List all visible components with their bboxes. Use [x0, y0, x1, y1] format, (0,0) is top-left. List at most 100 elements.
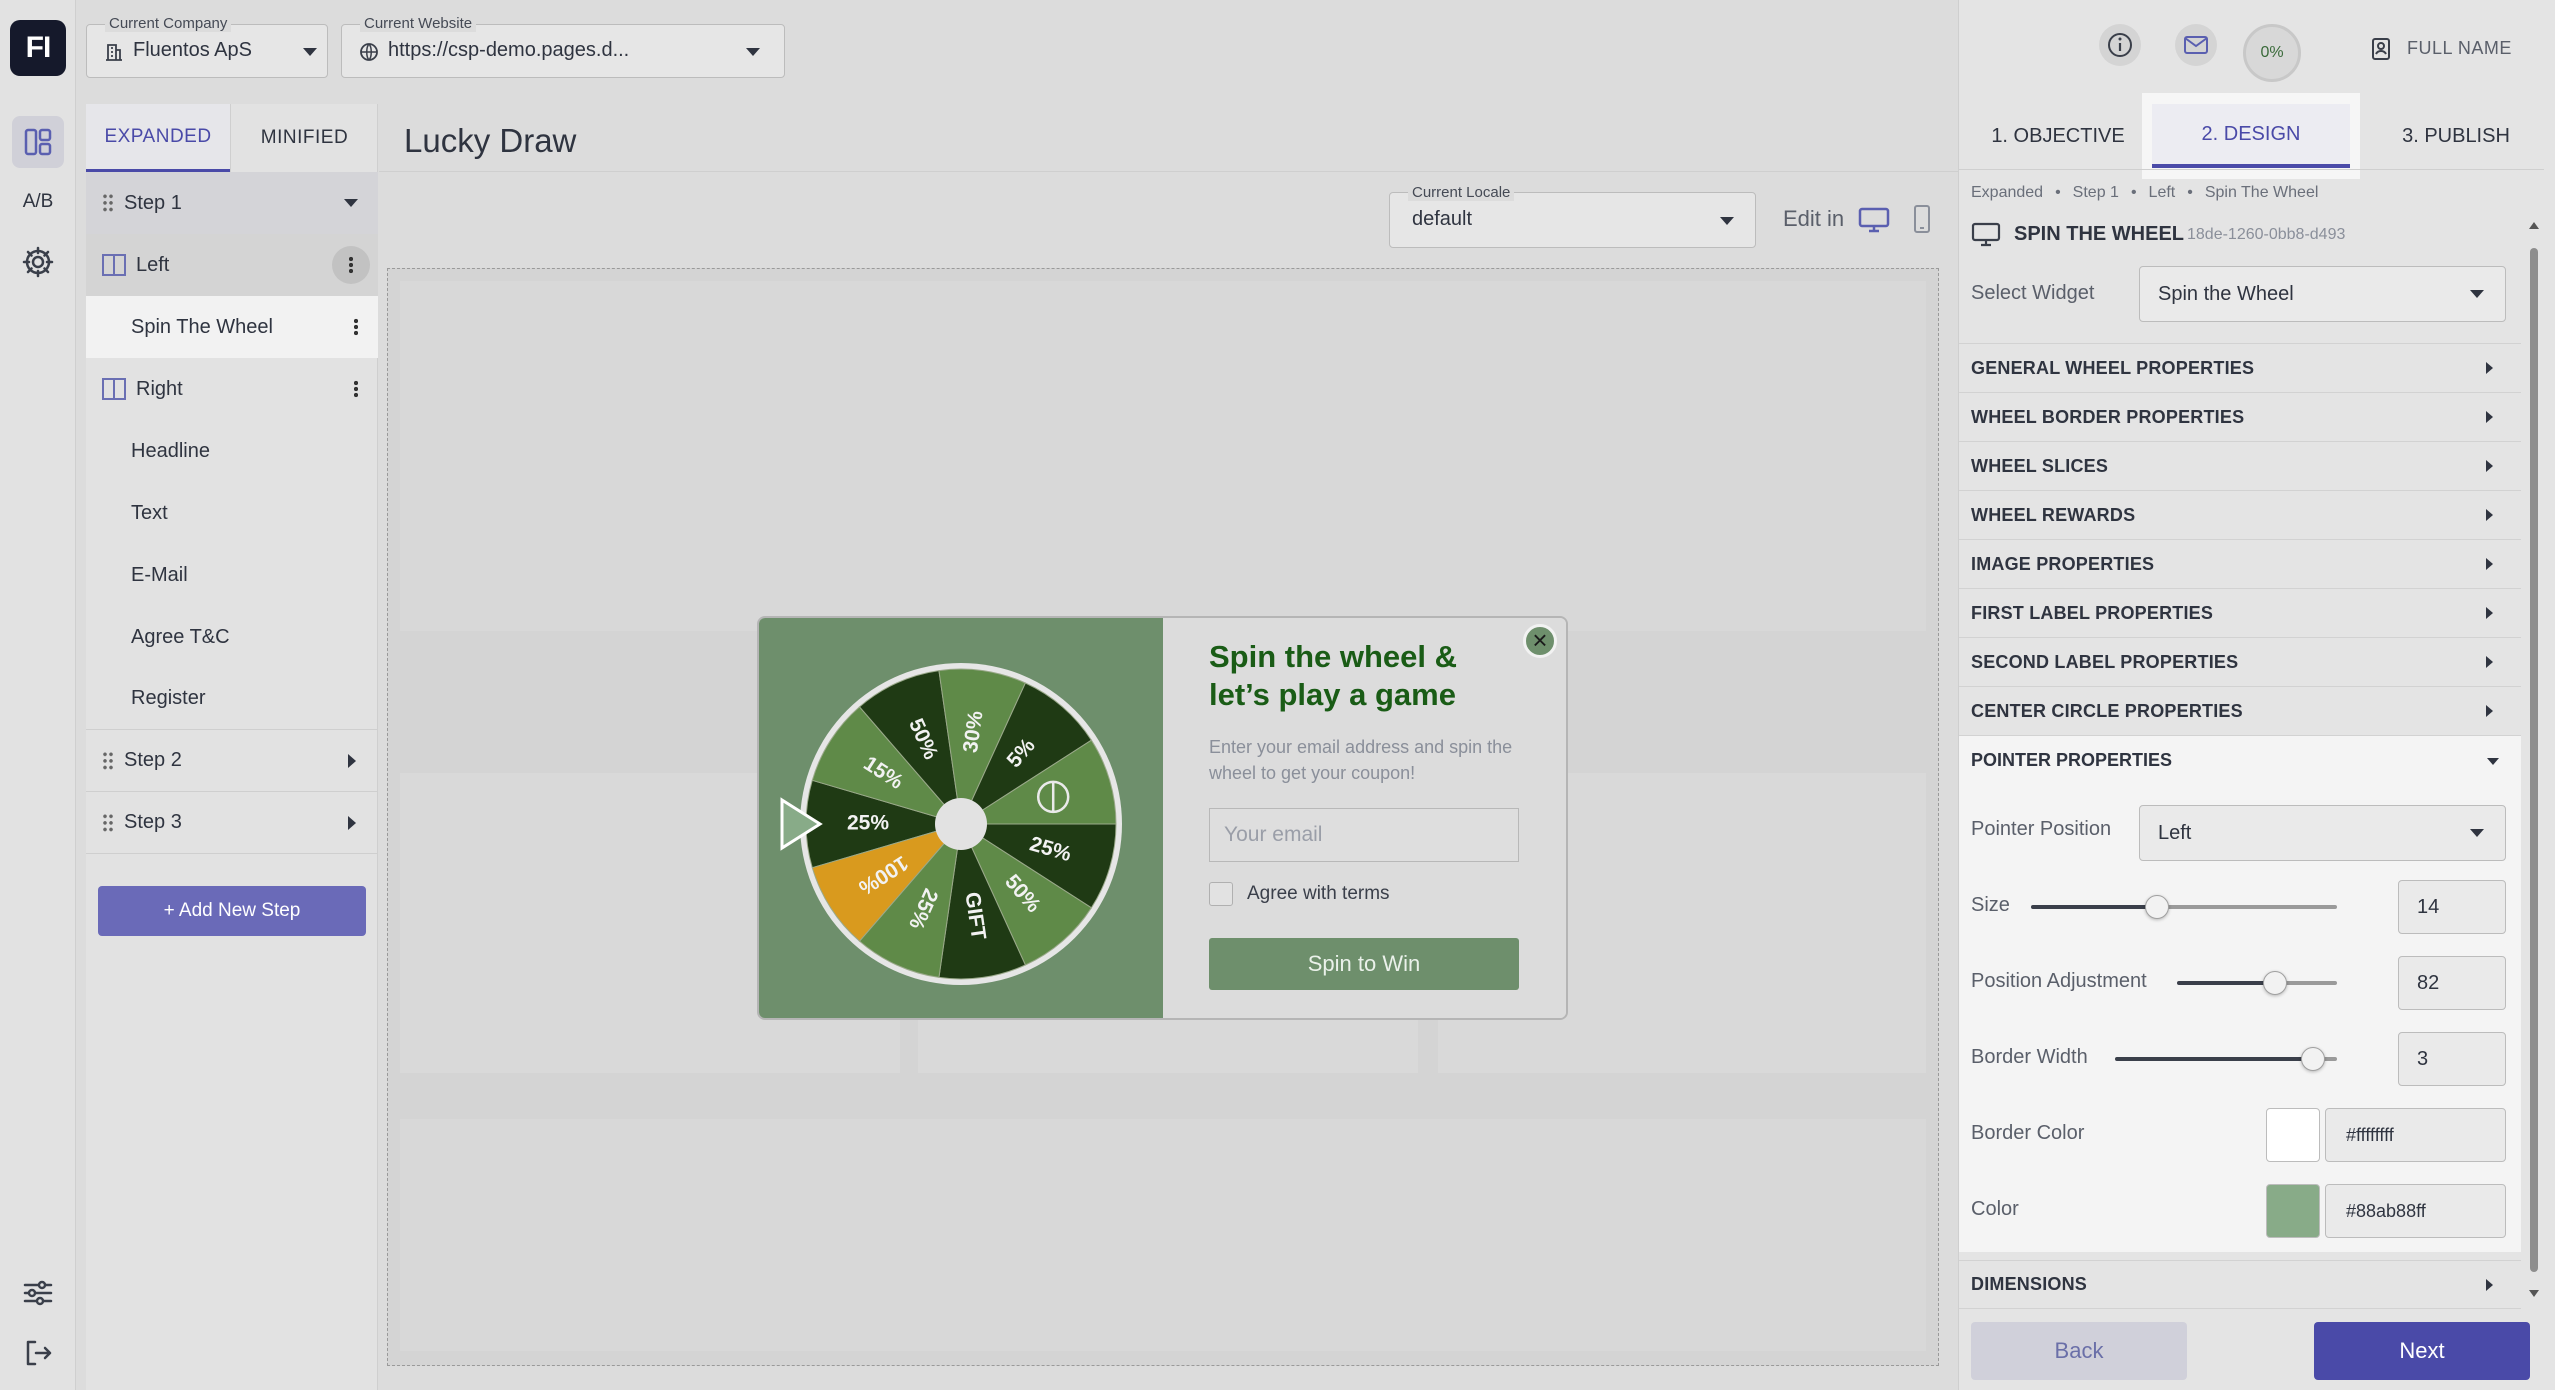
spin-wheel[interactable]: 25%15%50% 30% 5%25%50%GIFT25%100% [759, 618, 1163, 1020]
section-wheel-rewards[interactable]: WHEEL REWARDS [1959, 491, 2521, 540]
border-color-input[interactable]: #ffffffff [2325, 1108, 2506, 1162]
settings-icon[interactable] [12, 236, 64, 288]
close-button[interactable]: × [1523, 624, 1557, 658]
section-image[interactable]: IMAGE PROPERTIES [1959, 540, 2521, 589]
website-select-value: https://csp-demo.pages.d... [388, 39, 630, 61]
popup-email-input[interactable]: Your email [1209, 808, 1519, 862]
section-wheel-border[interactable]: WHEEL BORDER PROPERTIES [1959, 393, 2521, 442]
company-select[interactable]: Current Company Fluentos ApS [86, 15, 328, 78]
color-swatch[interactable] [2266, 1184, 2320, 1238]
tab-objective[interactable]: 1. OBJECTIVE [1959, 104, 2157, 168]
pointer-position-label: Pointer Position [1971, 818, 2112, 840]
tree-item-left-label: Left [136, 253, 170, 276]
dashboard-icon[interactable] [12, 116, 64, 168]
tree-item-label: Register [131, 687, 206, 709]
more-options-button[interactable] [332, 246, 370, 284]
breadcrumb-item[interactable]: Spin The Wheel [2205, 184, 2319, 201]
bw-slider-handle[interactable] [2301, 1047, 2325, 1071]
pointer-properties-title: POINTER PROPERTIES [1971, 750, 2173, 770]
tree-item-register[interactable]: Register [86, 668, 378, 730]
scroll-down-icon[interactable] [2529, 1290, 2539, 1297]
tab-design[interactable]: 2. DESIGN [2152, 104, 2350, 168]
more-options-icon[interactable] [354, 318, 358, 336]
breadcrumb-item[interactable]: Expanded [1971, 184, 2043, 201]
pointer-position-select[interactable]: Left [2139, 805, 2506, 861]
border-color-swatch[interactable] [2266, 1108, 2320, 1162]
size-slider-handle[interactable] [2145, 895, 2169, 919]
expand-icon[interactable] [348, 816, 356, 830]
structure-panel: EXPANDED MINIFIED Step 1 Left Spin The W… [86, 104, 378, 1390]
section-dimensions[interactable]: DIMENSIONS [1959, 1260, 2521, 1309]
drag-handle-icon[interactable] [102, 812, 114, 833]
section-second-label[interactable]: SECOND LABEL PROPERTIES [1959, 638, 2521, 687]
expand-icon[interactable] [348, 754, 356, 768]
back-button[interactable]: Back [1971, 1322, 2187, 1380]
tab-expanded[interactable]: EXPANDED [86, 104, 230, 172]
section-general-wheel[interactable]: GENERAL WHEEL PROPERTIES [1959, 344, 2521, 393]
user-name[interactable]: FULL NAME [2407, 38, 2512, 59]
scrollbar[interactable] [2527, 222, 2541, 1300]
select-widget-label: Select Widget [1971, 282, 2095, 304]
color-input[interactable]: #88ab88ff [2325, 1184, 2506, 1238]
spin-to-win-button[interactable]: Spin to Win [1209, 938, 1519, 990]
drag-handle-icon[interactable] [102, 750, 114, 771]
breadcrumb: Expanded • Step 1 • Left • Spin The Wheel [1971, 184, 2318, 202]
locale-select[interactable]: Current Locale default [1389, 184, 1756, 248]
size-input[interactable]: 14 [2398, 880, 2506, 934]
scrollbar-thumb[interactable] [2530, 248, 2538, 1272]
completion-progress: 0% [2243, 24, 2301, 82]
tree-step-1[interactable]: Step 1 [86, 172, 378, 234]
expand-icon [2486, 705, 2493, 717]
tree-item-right-label: Right [136, 377, 183, 400]
website-select[interactable]: Current Website https://csp-demo.pages.d… [341, 15, 785, 78]
select-widget-dropdown[interactable]: Spin the Wheel [2139, 266, 2506, 322]
ab-test-button[interactable]: A/B [12, 176, 64, 228]
section-label: WHEEL REWARDS [1971, 504, 2136, 525]
tree-item-headline[interactable]: Headline [86, 420, 378, 482]
sliders-icon[interactable] [12, 1267, 64, 1319]
drag-handle-icon[interactable] [102, 193, 114, 213]
tree-item-email[interactable]: E-Mail [86, 544, 378, 606]
tree-step-3[interactable]: Step 3 [86, 792, 378, 854]
edit-in-label: Edit in [1783, 206, 1845, 231]
section-center-circle[interactable]: CENTER CIRCLE PROPERTIES [1959, 687, 2521, 736]
form-area: Spin the wheel & let’s play a game Enter… [1163, 618, 1566, 1018]
border-color-label: Border Color [1971, 1122, 2085, 1144]
wheel-slice-label: 25% [847, 812, 889, 835]
tab-minified[interactable]: MINIFIED [230, 104, 378, 172]
next-button[interactable]: Next [2314, 1322, 2530, 1380]
tree-item-spin-the-wheel[interactable]: Spin The Wheel [86, 296, 378, 358]
mobile-icon[interactable] [1912, 204, 1932, 239]
border-width-input[interactable]: 3 [2398, 1032, 2506, 1086]
tree-step-2[interactable]: Step 2 [86, 730, 378, 792]
logout-icon[interactable] [12, 1327, 64, 1379]
mail-button[interactable] [2175, 24, 2217, 66]
desktop-icon[interactable] [1858, 206, 1890, 239]
tree-item-text[interactable]: Text [86, 482, 378, 544]
more-options-icon[interactable] [354, 380, 358, 398]
chevron-down-icon [303, 48, 317, 56]
scroll-up-icon[interactable] [2529, 222, 2539, 229]
canvas-placeholder-block [400, 281, 1926, 631]
app-logo[interactable]: FI [10, 20, 66, 76]
add-new-step-button[interactable]: + Add New Step [98, 886, 366, 936]
tab-publish[interactable]: 3. PUBLISH [2357, 104, 2555, 168]
info-button[interactable] [2099, 24, 2141, 66]
breadcrumb-item[interactable]: Step 1 [2073, 184, 2119, 201]
size-slider-fill [2031, 905, 2157, 909]
section-first-label[interactable]: FIRST LABEL PROPERTIES [1959, 589, 2521, 638]
section-label: FIRST LABEL PROPERTIES [1971, 602, 2214, 623]
collapse-icon[interactable] [2487, 758, 2499, 765]
agree-checkbox[interactable] [1209, 882, 1233, 906]
section-wheel-slices[interactable]: WHEEL SLICES [1959, 442, 2521, 491]
posadj-slider-handle[interactable] [2263, 971, 2287, 995]
tree-item-agree[interactable]: Agree T&C [86, 606, 378, 668]
section-label: IMAGE PROPERTIES [1971, 553, 2155, 574]
breadcrumb-separator: • [2187, 184, 2193, 201]
tree-item-right[interactable]: Right [86, 358, 378, 420]
tree-item-left[interactable]: Left [86, 234, 378, 296]
expand-icon [2486, 509, 2493, 521]
position-adjustment-input[interactable]: 82 [2398, 956, 2506, 1010]
collapse-icon[interactable] [344, 199, 358, 207]
breadcrumb-item[interactable]: Left [2149, 184, 2176, 201]
